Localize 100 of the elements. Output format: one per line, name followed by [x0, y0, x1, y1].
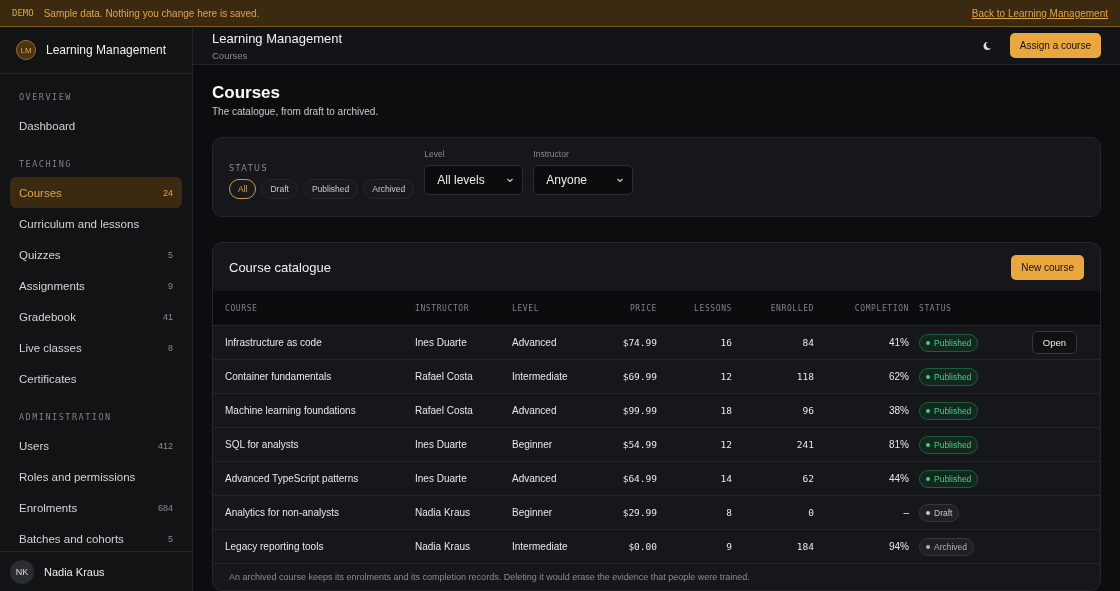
select-field[interactable]: Anyone — [533, 165, 634, 195]
item-count: 684 — [157, 502, 173, 513]
table-cell-text: Ines Duarte — [415, 337, 468, 348]
item-label: Roles and permissions — [19, 470, 136, 483]
item-count: 5 — [168, 533, 173, 544]
section-title: OVERVIEW — [18, 91, 73, 104]
table-cell-text: 9 — [725, 541, 733, 552]
sidebar-item[interactable]: Curriculum and lessons — [10, 208, 182, 239]
table-cell-text: 8 — [725, 507, 733, 518]
table-cell-text: $29.99 — [621, 507, 658, 518]
table-cell-text: Advanced — [512, 337, 558, 348]
table-cell-text: Rafael Costa — [415, 405, 474, 416]
table-cell-text: – — [902, 507, 910, 518]
table-cell-text: 44% — [888, 473, 910, 484]
table-cell-text: $69.99 — [621, 371, 658, 382]
demo-message: Sample data. Nothing you change here is saved. — [43, 7, 260, 19]
assign-course-button[interactable]: Assign a course — [1009, 33, 1101, 58]
item-label: Quizzes — [19, 248, 61, 261]
item-label: Courses — [19, 186, 62, 199]
table-cell-text: Ines Duarte — [415, 439, 468, 450]
select-field[interactable]: All levels — [424, 165, 524, 195]
item-label: Assignments — [19, 279, 85, 292]
item-label: Users — [19, 439, 50, 452]
status-badge: Published — [919, 435, 979, 454]
status-badge: Published — [919, 469, 979, 488]
item-label: Certificates — [19, 372, 77, 385]
table-cell-text: 96 — [801, 405, 815, 416]
back-link[interactable]: Back to Learning Management — [971, 7, 1108, 19]
status-badge: Published — [919, 333, 979, 352]
sidebar-item[interactable]: Users 412 — [10, 430, 182, 461]
page-subtitle: The catalogue, from draft to archived. — [212, 106, 380, 117]
section-title: TEACHING — [18, 158, 73, 171]
table-cell-text: Beginner — [512, 439, 554, 450]
item-count: 41 — [163, 311, 173, 322]
table-cell-text: 81% — [888, 439, 910, 450]
item-label: Dashboard — [19, 119, 76, 132]
table-cell-text: Legacy reporting tools — [225, 541, 325, 552]
chevron-down-icon — [616, 176, 625, 184]
table-header: COURSE INSTRUCTOR LEVEL PRICE LESSONS ENROLLED COMPLETION STATUS — [213, 291, 1100, 325]
new-course-button[interactable]: New course — [1011, 254, 1084, 280]
sidebar-item[interactable]: Assignments 9 — [10, 270, 182, 301]
table-cell-text: Advanced TypeScript patterns — [225, 473, 360, 484]
moon-icon[interactable] — [981, 40, 992, 51]
item-count: 24 — [163, 187, 173, 198]
table-cell-text: $99.99 — [621, 405, 658, 416]
item-count: 8 — [168, 342, 173, 353]
table-cell-text: 94% — [888, 541, 910, 552]
sidebar-item[interactable]: Roles and permissions — [10, 461, 182, 492]
card-title: Course catalogue — [229, 259, 331, 275]
status-badge: Archived — [919, 537, 975, 556]
item-label: Live classes — [19, 341, 82, 354]
status-badge: Published — [919, 401, 979, 420]
filter-label: Instructor — [533, 149, 570, 159]
sidebar-item[interactable]: Certificates — [10, 363, 182, 394]
table-cell-text: Nadia Kraus — [415, 541, 472, 552]
breadcrumb: Courses — [212, 49, 249, 61]
user-avatar: NK — [10, 559, 34, 584]
brand-avatar: LM — [16, 40, 36, 60]
item-label: Enrolments — [19, 501, 78, 514]
table-cell-text: Advanced — [512, 473, 558, 484]
table-cell-text: 184 — [795, 541, 815, 552]
table-cell-text: Ines Duarte — [415, 473, 468, 484]
table-cell-text: 0 — [807, 507, 815, 518]
table-cell-text: 16 — [719, 337, 733, 348]
table-cell-text: Container fundamentals — [225, 371, 333, 382]
open-button[interactable]: Open — [1031, 331, 1077, 354]
item-label: Gradebook — [19, 310, 76, 323]
sidebar-item[interactable]: Dashboard — [10, 110, 182, 141]
table-cell-text: 241 — [795, 439, 815, 450]
sidebar-item[interactable]: Courses 24 — [10, 177, 182, 208]
table-cell-text: 14 — [719, 473, 733, 484]
table-cell-text: Intermediate — [512, 541, 569, 552]
table-cell-text: $0.00 — [627, 541, 658, 552]
status-filter[interactable]: All — [229, 178, 257, 199]
table-cell-text: Nadia Kraus — [415, 507, 472, 518]
sidebar-item[interactable]: Quizzes 5 — [10, 239, 182, 270]
table-cell-text: Analytics for non-analysts — [225, 507, 340, 518]
page-title: Courses — [212, 83, 282, 103]
table-cell-text: 18 — [719, 405, 733, 416]
status-filter[interactable]: Draft — [261, 178, 298, 199]
status-badge: Draft — [919, 503, 960, 522]
table-cell-text: Intermediate — [512, 371, 569, 382]
table-cell-text: Infrastructure as code — [225, 337, 323, 348]
table-cell-text: 84 — [801, 337, 815, 348]
sidebar-item[interactable]: Live classes 8 — [10, 332, 182, 363]
sidebar-item[interactable]: Gradebook 41 — [10, 301, 182, 332]
table-cell-text: 118 — [795, 371, 815, 382]
filter-label: Level — [424, 149, 446, 159]
table-cell-text: $64.99 — [621, 473, 658, 484]
demo-tag: DEMO — [12, 8, 34, 18]
header-title: Learning Management — [212, 30, 343, 46]
item-label: Curriculum and lessons — [19, 217, 140, 230]
sidebar-item[interactable]: Enrolments 684 — [10, 492, 182, 523]
section-title: ADMINISTRATION — [18, 411, 113, 424]
item-count: 5 — [168, 249, 173, 260]
status-filter[interactable]: Archived — [363, 178, 415, 199]
status-filter[interactable]: Published — [302, 178, 359, 199]
sidebar-item[interactable]: Batches and cohorts 5 — [10, 523, 182, 554]
table-cell-text: Beginner — [512, 507, 554, 518]
table-cell-text: 41% — [888, 337, 910, 348]
